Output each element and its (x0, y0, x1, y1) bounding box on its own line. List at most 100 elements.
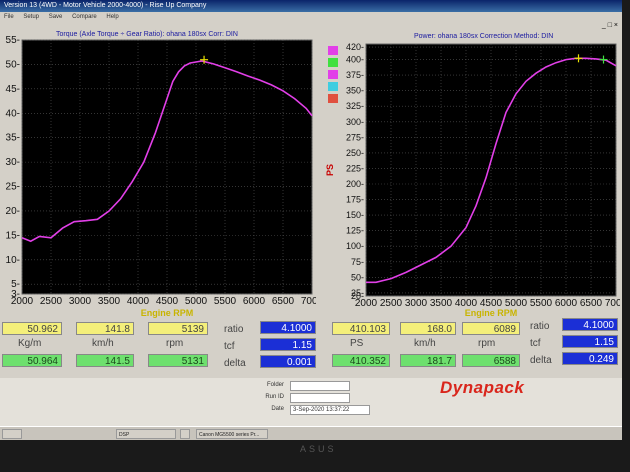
x-tick-label: 4500 (156, 296, 179, 307)
monitor-brand-logo: ASUS (300, 444, 337, 454)
y-tick-label: 35- (6, 133, 20, 144)
window-controls[interactable]: _ □ × (602, 22, 618, 29)
ratio-field[interactable]: 4.1000 (260, 321, 316, 334)
torque-peak-value: 50.962 (2, 322, 62, 335)
taskbar-item-dsp[interactable]: DSP (116, 429, 176, 439)
x-tick-label: 3000 (405, 298, 428, 309)
y-tick-label: 45- (6, 84, 20, 95)
menu-setup[interactable]: Setup (23, 14, 39, 20)
torque-chart-title: Torque (Axle Torque ÷ Gear Ratio): ohana… (56, 31, 238, 38)
legend-swatch (328, 82, 338, 91)
torque-peak-speed: 141.8 (76, 322, 134, 335)
x-tick-label: 3500 (98, 296, 121, 307)
power-chart-title: Power: ohana 180sx Correction Method: DI… (414, 33, 554, 40)
date-label: Date (271, 406, 284, 412)
ratio-label: ratio (224, 324, 244, 335)
x-tick-label: 3000 (69, 296, 92, 307)
power-speed-unit: km/h (414, 338, 436, 349)
y-tick-label: 400- (346, 55, 364, 65)
y-tick-label: 325- (346, 101, 364, 111)
delta-label: delta (224, 358, 246, 369)
tcf-label-right: tcf (530, 338, 541, 349)
power-chart-panel: Power: ohana 180sx Correction Method: DI… (324, 33, 622, 318)
tcf-field[interactable]: 1.15 (260, 338, 316, 351)
x-tick-label: 5000 (185, 296, 208, 307)
y-tick-label: 20- (6, 206, 20, 217)
power-cursor-speed: 181.7 (400, 354, 456, 367)
y-axis-label: PS (325, 164, 335, 176)
y-tick-label: 420- (346, 42, 364, 52)
folder-field[interactable] (290, 381, 350, 391)
power-unit: PS (350, 338, 364, 349)
tcf-field-right[interactable]: 1.15 (562, 335, 618, 348)
taskbar-item-blank[interactable] (180, 429, 190, 439)
y-tick-label: 10- (6, 255, 20, 266)
taskbar-item-printer[interactable]: Canon MG5500 series Pr... (196, 429, 268, 439)
x-axis-label: Engine RPM (141, 308, 194, 318)
window-title: Version 13 (4WD - Motor Vehicle 2000-400… (0, 0, 622, 12)
legend-swatch (328, 70, 338, 79)
run-info-panel: Folder Run ID Date 3-Sep-2020 13:37:22 D… (0, 378, 622, 426)
x-tick-label: 6000 (243, 296, 266, 307)
torque-chart: 2000 2500 3000 3500 4000 4500 5000 5500 6000 6500… (0, 30, 324, 318)
delta-label-right: delta (530, 355, 552, 366)
y-tick-label: 300- (346, 117, 364, 127)
delta-field-right: 0.249 (562, 352, 618, 365)
x-tick-label: 4000 (127, 296, 150, 307)
readout-panel: 50.962 141.8 5139 Kg/m km/h rpm 50.964 1… (0, 318, 622, 378)
taskbar: DSP Canon MG5500 series Pr... (0, 426, 622, 440)
y-tick-label: 275- (346, 132, 364, 142)
power-peak-speed: 168.0 (400, 322, 456, 335)
menu-help[interactable]: Help (106, 14, 118, 20)
y-tick-label: 225- (346, 163, 364, 173)
torque-cursor-value: 50.964 (2, 354, 62, 367)
x-tick-label: 2500 (380, 298, 403, 309)
start-button[interactable] (2, 429, 22, 439)
torque-cursor-speed: 141.5 (76, 354, 134, 367)
x-tick-label: 2500 (40, 296, 63, 307)
x-tick-label: 7000 (605, 298, 620, 309)
x-tick-label: 6000 (555, 298, 578, 309)
power-cursor-rpm: 6588 (462, 354, 520, 367)
menu-save[interactable]: Save (49, 14, 63, 20)
y-tick-label: 175- (346, 195, 364, 205)
x-tick-label: 5500 (214, 296, 237, 307)
y-tick-label: 30- (6, 157, 20, 168)
x-axis-label: Engine RPM (465, 308, 518, 318)
power-cursor-value: 410.352 (332, 354, 390, 367)
run-id-label: Run ID (265, 394, 284, 400)
y-tick-label: 50- (6, 59, 20, 70)
menu-file[interactable]: File (4, 14, 14, 20)
y-tick-label: 375- (346, 70, 364, 80)
torque-peak-rpm: 5139 (148, 322, 208, 335)
torque-chart-panel: Torque (Axle Torque ÷ Gear Ratio): ohana… (0, 30, 324, 318)
y-tick-label: 3- (11, 289, 20, 300)
y-tick-label: 200- (346, 179, 364, 189)
x-tick-label: 6500 (272, 296, 295, 307)
y-tick-label: 5- (11, 279, 20, 290)
power-rpm-unit: rpm (478, 338, 496, 349)
ratio-label-right: ratio (530, 321, 550, 332)
y-tick-label: 350- (346, 86, 364, 96)
legend-swatch (328, 58, 338, 67)
y-tick-label: 25- (351, 288, 364, 298)
delta-field: 0.001 (260, 355, 316, 368)
run-id-field[interactable] (290, 393, 350, 403)
y-tick-label: 75- (351, 257, 364, 267)
folder-label: Folder (266, 382, 284, 388)
menu-compare[interactable]: Compare (72, 14, 97, 20)
ratio-field-right[interactable]: 4.1000 (562, 318, 618, 331)
power-peak-rpm: 6089 (462, 322, 520, 335)
y-tick-label: 100- (346, 241, 364, 251)
legend-swatch (328, 46, 338, 55)
rpm-unit: rpm (166, 338, 184, 349)
y-tick-label: 15- (6, 230, 20, 241)
y-tick-label: 40- (6, 108, 20, 119)
torque-unit: Kg/m (18, 338, 42, 349)
y-tick-label: 25- (6, 182, 20, 193)
x-tick-label: 7000 (301, 296, 316, 307)
date-field: 3-Sep-2020 13:37:22 (290, 405, 370, 415)
dynapack-logo: Dynapack (440, 378, 525, 397)
menu-bar: File Setup Save Compare Help (0, 12, 622, 22)
y-tick-label: 55- (6, 35, 20, 46)
